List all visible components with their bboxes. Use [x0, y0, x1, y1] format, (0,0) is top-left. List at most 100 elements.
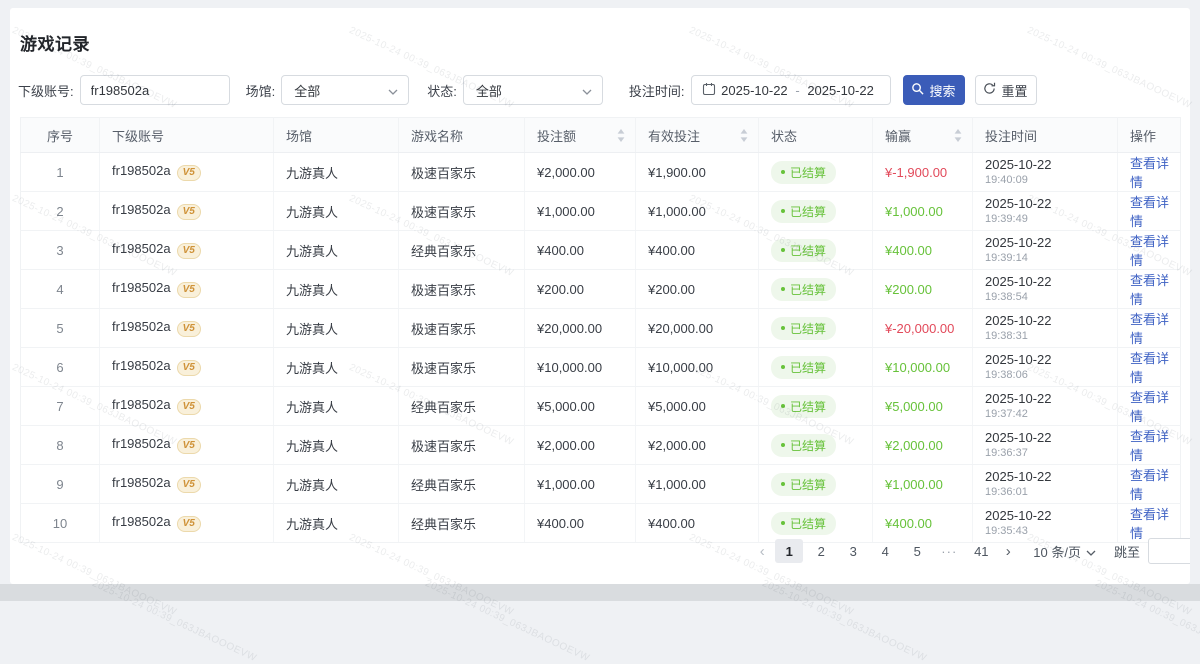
- valid-bet-cell: ¥10,000.00: [636, 348, 759, 387]
- search-button[interactable]: 搜索: [903, 75, 965, 105]
- bet-date: 2025-10-22: [985, 157, 1117, 173]
- search-icon: [911, 82, 924, 98]
- chevron-down-icon: [582, 83, 592, 98]
- bet-date: 2025-10-22: [985, 196, 1117, 212]
- vip-level-badge: V5: [177, 321, 201, 337]
- col-venue: 场馆: [274, 118, 399, 153]
- bet-date: 2025-10-22: [985, 391, 1117, 407]
- venue-select[interactable]: 全部: [281, 75, 409, 105]
- col-bet-amount: 投注额: [525, 118, 636, 153]
- game-name-cell: 极速百家乐: [399, 192, 525, 231]
- page-button-4[interactable]: 4: [871, 539, 899, 563]
- bet-time: 19:36:37: [985, 447, 1117, 460]
- view-details-link[interactable]: 查看详情: [1130, 429, 1169, 463]
- account-name: fr198502a: [112, 514, 171, 529]
- bet-time-label: 投注时间:: [629, 81, 685, 100]
- winloss-cell: ¥400.00: [873, 504, 973, 543]
- game-name-cell: 经典百家乐: [399, 387, 525, 426]
- status-select[interactable]: 全部: [463, 75, 603, 105]
- vip-level-badge: V5: [177, 165, 201, 181]
- page-button-1[interactable]: 1: [775, 539, 803, 563]
- venue-cell: 九游真人: [274, 231, 399, 270]
- pagination: ‹ 12345···41 › 10 条/页 跳至: [751, 538, 1190, 564]
- vip-level-badge: V5: [177, 399, 201, 415]
- view-details-link[interactable]: 查看详情: [1130, 234, 1169, 268]
- row-index: 2: [21, 192, 100, 231]
- search-button-label: 搜索: [929, 81, 955, 100]
- date-start: 2025-10-22: [716, 83, 794, 98]
- bet-time: 19:38:31: [985, 330, 1117, 343]
- view-details-link[interactable]: 查看详情: [1130, 507, 1169, 541]
- status-dot-icon: [781, 404, 785, 408]
- reset-button[interactable]: 重置: [975, 75, 1037, 105]
- account-input[interactable]: [80, 75, 230, 105]
- view-details-link[interactable]: 查看详情: [1130, 195, 1169, 229]
- status-badge: 已结算: [771, 356, 836, 379]
- row-index: 1: [21, 153, 100, 192]
- account-name: fr198502a: [112, 358, 171, 373]
- bet-amount-cell: ¥10,000.00: [525, 348, 636, 387]
- vip-level-badge: V5: [177, 477, 201, 493]
- view-details-link[interactable]: 查看详情: [1130, 156, 1169, 190]
- col-label: 输赢: [885, 126, 911, 145]
- view-details-link[interactable]: 查看详情: [1130, 273, 1169, 307]
- view-details-link[interactable]: 查看详情: [1130, 312, 1169, 346]
- col-label: 状态: [771, 126, 797, 145]
- col-label: 游戏名称: [411, 126, 463, 145]
- bet-date: 2025-10-22: [985, 430, 1117, 446]
- vip-level-badge: V5: [177, 438, 201, 454]
- winloss-cell: ¥10,000.00: [873, 348, 973, 387]
- game-name-cell: 极速百家乐: [399, 348, 525, 387]
- venue-cell: 九游真人: [274, 309, 399, 348]
- valid-bet-cell: ¥200.00: [636, 270, 759, 309]
- row-index: 3: [21, 231, 100, 270]
- page-button-5[interactable]: 5: [903, 539, 931, 563]
- page-list: 12345···41: [773, 539, 997, 563]
- game-name-cell: 经典百家乐: [399, 504, 525, 543]
- view-details-link[interactable]: 查看详情: [1130, 351, 1169, 385]
- sort-icon[interactable]: [617, 129, 625, 142]
- col-index: 序号: [21, 118, 100, 153]
- vip-level-badge: V5: [177, 204, 201, 220]
- venue-cell: 九游真人: [274, 270, 399, 309]
- col-actions: 操作: [1118, 118, 1181, 153]
- chevron-down-icon: [388, 83, 398, 98]
- vip-level-badge: V5: [177, 516, 201, 532]
- game-name-cell: 经典百家乐: [399, 465, 525, 504]
- date-end: 2025-10-22: [802, 83, 880, 98]
- winloss-cell: ¥1,000.00: [873, 465, 973, 504]
- view-details-link[interactable]: 查看详情: [1130, 390, 1169, 424]
- chevron-down-icon: [1086, 544, 1096, 559]
- sort-icon[interactable]: [954, 129, 962, 142]
- valid-bet-cell: ¥400.00: [636, 231, 759, 270]
- status-dot-icon: [781, 326, 785, 330]
- status-dot-icon: [781, 443, 785, 447]
- table-body: 1 fr198502aV5 九游真人 极速百家乐 ¥2,000.00 ¥1,90…: [21, 153, 1181, 543]
- prev-page-button[interactable]: ‹: [751, 539, 773, 563]
- bet-amount-cell: ¥2,000.00: [525, 426, 636, 465]
- bet-date: 2025-10-22: [985, 469, 1117, 485]
- status-badge: 已结算: [771, 161, 836, 184]
- col-game-name: 游戏名称: [399, 118, 525, 153]
- sort-icon[interactable]: [740, 129, 748, 142]
- venue-select-value: 全部: [294, 81, 320, 100]
- view-details-link[interactable]: 查看详情: [1130, 468, 1169, 502]
- next-page-button[interactable]: ›: [997, 539, 1019, 563]
- page-button-2[interactable]: 2: [807, 539, 835, 563]
- records-table: 序号下级账号场馆游戏名称投注额有效投注状态输赢投注时间操作 1 fr198502…: [20, 117, 1181, 543]
- status-dot-icon: [781, 287, 785, 291]
- page-button-41[interactable]: 41: [967, 539, 995, 563]
- page-size-select[interactable]: 10 条/页: [1033, 542, 1096, 561]
- game-name-cell: 极速百家乐: [399, 426, 525, 465]
- game-name-cell: 极速百家乐: [399, 270, 525, 309]
- jump-to-page-input[interactable]: [1148, 538, 1190, 564]
- status-dot-icon: [781, 365, 785, 369]
- page-button-3[interactable]: 3: [839, 539, 867, 563]
- bet-amount-cell: ¥200.00: [525, 270, 636, 309]
- winloss-cell: ¥5,000.00: [873, 387, 973, 426]
- page-size-value: 10 条/页: [1033, 542, 1081, 561]
- col-account: 下级账号: [100, 118, 274, 153]
- date-range-picker[interactable]: 2025-10-22 - 2025-10-22: [691, 75, 891, 105]
- status-label: 状态:: [427, 81, 457, 100]
- table-row: 6 fr198502aV5 九游真人 极速百家乐 ¥10,000.00 ¥10,…: [21, 348, 1181, 387]
